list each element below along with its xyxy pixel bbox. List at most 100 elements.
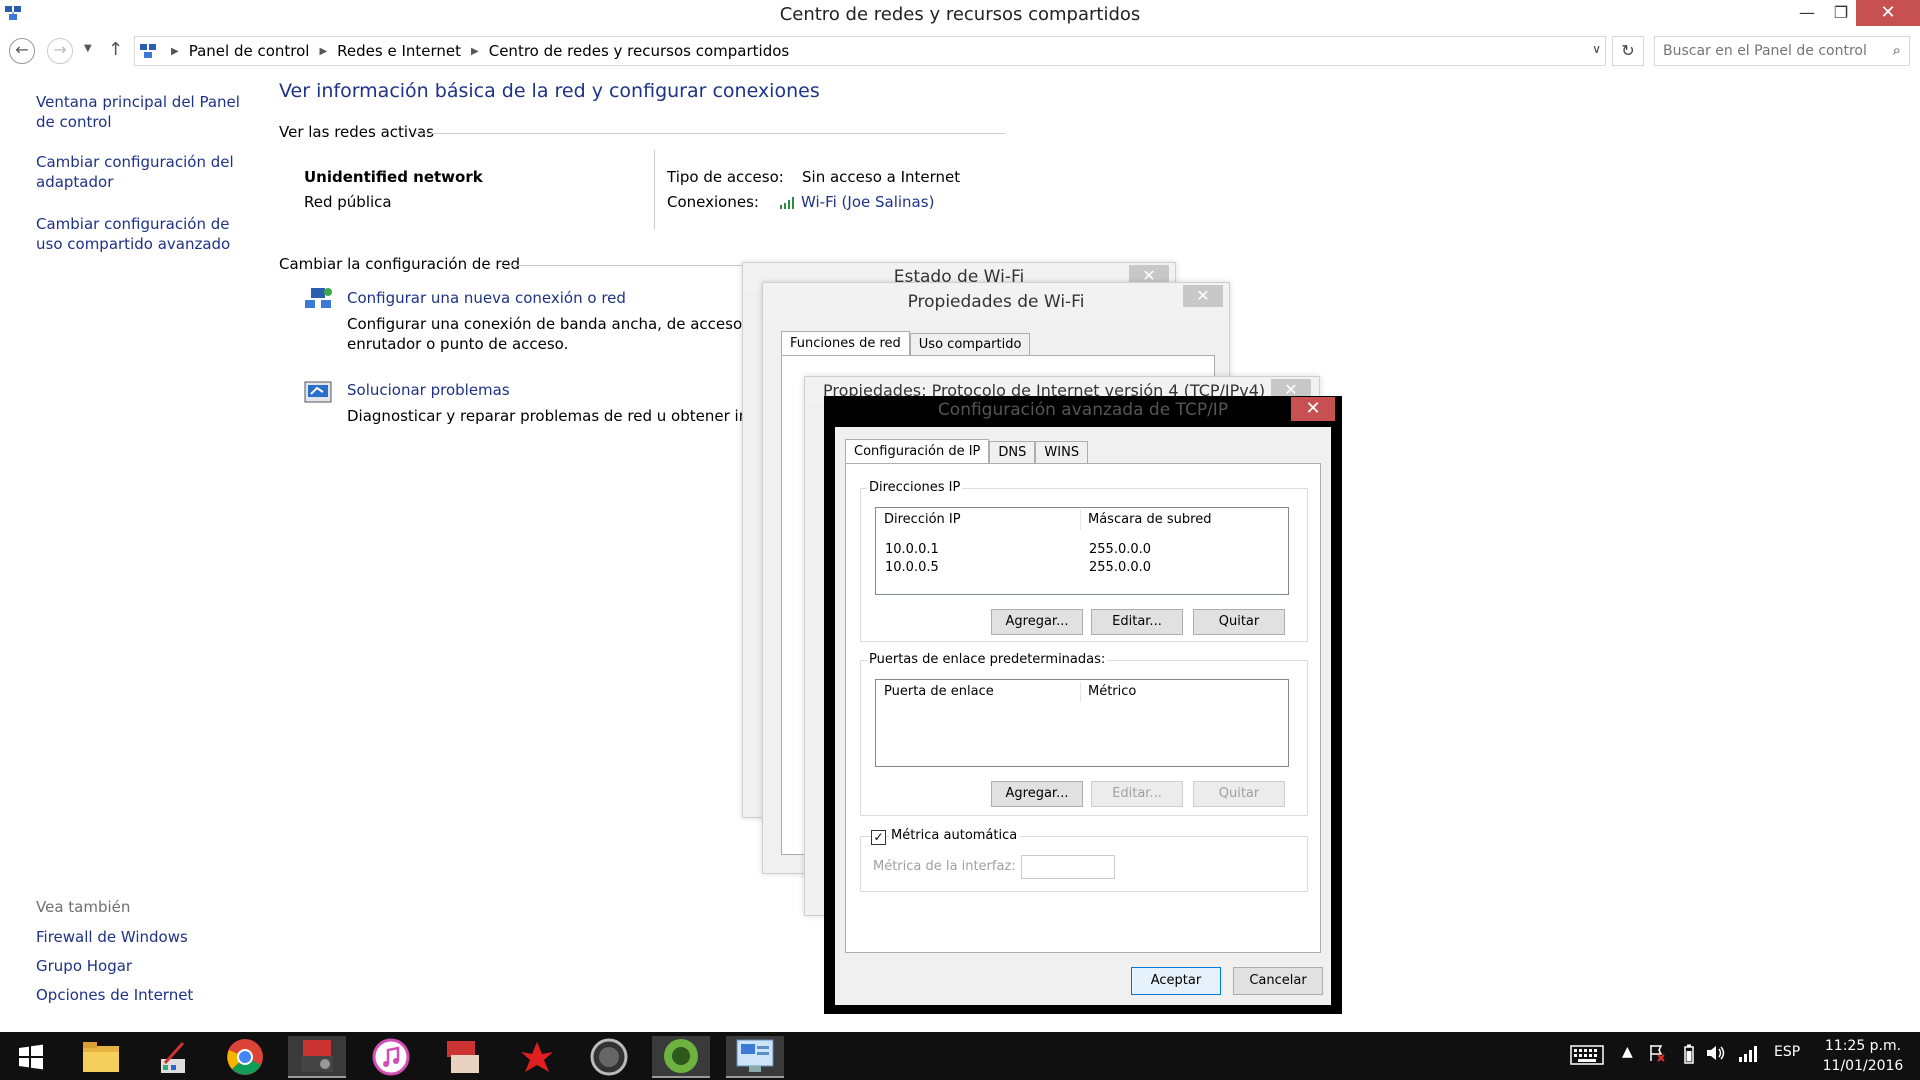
clock-time: 11:25 p.m.	[1824, 1038, 1902, 1054]
sidebar-link-adapter-settings[interactable]: Cambiar configuración del adaptador	[36, 152, 246, 192]
arrow-up-icon: ↑	[108, 39, 124, 60]
red-leaf-icon	[521, 1042, 553, 1072]
wifi-connection-link[interactable]: Wi-Fi (Joe Salinas)	[779, 193, 934, 211]
taskbar-app-3d[interactable]	[580, 1036, 638, 1078]
navigation-bar: ← → ▼ ↑ ▶ Panel de control ▶ Redes e Int…	[0, 34, 1920, 68]
chrome-icon	[227, 1039, 263, 1075]
gateway-remove-button[interactable]: Quitar	[1193, 781, 1285, 807]
see-also: Vea también Firewall de Windows Grupo Ho…	[36, 898, 236, 1015]
start-button[interactable]	[2, 1036, 60, 1078]
control-panel-icon	[140, 44, 156, 58]
gateway-column-header[interactable]: Puerta de enlace	[884, 680, 994, 704]
auto-metric-label[interactable]: Métrica automática	[889, 828, 1020, 843]
see-also-firewall[interactable]: Firewall de Windows	[36, 928, 236, 946]
up-button[interactable]: ↑	[108, 39, 123, 60]
app-ma-icon	[301, 1040, 333, 1072]
left-pane: Ventana principal del Panel de control C…	[36, 92, 246, 276]
3d-app-icon	[590, 1038, 628, 1076]
see-also-internet-options[interactable]: Opciones de Internet	[36, 986, 236, 1004]
interface-metric-input[interactable]	[1021, 855, 1115, 879]
ip-row-1-address[interactable]: 10.0.0.1	[885, 542, 939, 557]
taskbar-app-ma-1[interactable]	[288, 1036, 346, 1078]
taskbar-app-ma-2[interactable]	[434, 1036, 492, 1078]
close-button[interactable]: ✕	[1856, 0, 1920, 26]
divider	[501, 265, 751, 266]
ip-edit-button[interactable]: Editar...	[1091, 609, 1183, 635]
chevron-right-icon[interactable]: ▶	[319, 46, 327, 57]
troubleshoot-link[interactable]: Solucionar problemas	[347, 381, 510, 399]
mask-column-header[interactable]: Máscara de subred	[1088, 508, 1211, 532]
gateway-add-button[interactable]: Agregar...	[991, 781, 1083, 807]
windows-logo-icon	[19, 1044, 43, 1070]
new-connection-desc-line1: Configurar una conexión de banda ancha, …	[347, 315, 747, 333]
advanced-tabs: Configuración de IP DNS WINS	[845, 439, 1089, 463]
battery-icon[interactable]	[1684, 1044, 1694, 1068]
close-icon: ✕	[1305, 398, 1321, 419]
tab-network-functions[interactable]: Funciones de red	[781, 331, 910, 356]
cancel-button[interactable]: Cancelar	[1233, 967, 1323, 995]
folder-icon	[83, 1042, 119, 1072]
wifi-properties-close-button[interactable]: ✕	[1183, 285, 1223, 307]
recent-locations-button[interactable]: ▼	[84, 43, 92, 54]
tab-ip-settings[interactable]: Configuración de IP	[845, 439, 990, 463]
metric-column-header[interactable]: Métrico	[1088, 680, 1136, 704]
page-title: Ver información básica de la red y confi…	[279, 80, 820, 102]
chevron-right-icon: ▶	[171, 45, 179, 57]
volume-icon[interactable]	[1706, 1044, 1726, 1066]
new-connection-icon	[305, 288, 332, 308]
search-input[interactable]	[1663, 38, 1873, 64]
taskbar-app-red[interactable]	[508, 1036, 566, 1078]
new-connection-link[interactable]: Configurar una nueva conexión o red	[347, 289, 626, 307]
ip-add-button[interactable]: Agregar...	[991, 609, 1083, 635]
taskbar-file-explorer[interactable]	[72, 1036, 130, 1078]
taskbar-app-green[interactable]	[652, 1036, 710, 1078]
breadcrumb-network-internet[interactable]: Redes e Internet	[337, 42, 461, 60]
tab-wins[interactable]: WINS	[1035, 441, 1089, 463]
wifi-signal-icon	[780, 197, 794, 209]
ip-remove-button[interactable]: Quitar	[1193, 609, 1285, 635]
ok-button[interactable]: Aceptar	[1131, 967, 1221, 995]
sidebar-link-advanced-sharing[interactable]: Cambiar configuración de uso compartido …	[36, 214, 246, 254]
gateway-list[interactable]: Puerta de enlace Métrico	[875, 679, 1289, 767]
metric-group: ✓ Métrica automática Métrica de la inter…	[860, 828, 1308, 892]
tab-dns[interactable]: DNS	[989, 441, 1036, 463]
taskbar-itunes[interactable]	[362, 1036, 420, 1078]
tab-sharing[interactable]: Uso compartido	[909, 333, 1031, 356]
gateway-edit-button[interactable]: Editar...	[1091, 781, 1183, 807]
chevron-right-icon[interactable]: ▶	[471, 46, 479, 57]
taskbar-control-panel[interactable]	[726, 1036, 784, 1078]
advanced-tcpip-title: Configuración avanzada de TCP/IP	[937, 400, 1229, 420]
refresh-icon: ↻	[1621, 41, 1635, 60]
auto-metric-checkbox[interactable]: ✓	[871, 830, 886, 845]
system-clock[interactable]: 11:25 p.m. 11/01/2016	[1818, 1036, 1908, 1076]
chevron-down-icon[interactable]: ∨	[1592, 42, 1601, 56]
breadcrumb-network-center[interactable]: Centro de redes y recursos compartidos	[489, 42, 789, 60]
ip-column-header[interactable]: Dirección IP	[884, 508, 961, 532]
advanced-close-button[interactable]: ✕	[1291, 397, 1335, 421]
paint-brush-icon	[161, 1041, 185, 1073]
see-also-homegroup[interactable]: Grupo Hogar	[36, 957, 236, 975]
action-center-flag-icon[interactable]	[1648, 1044, 1666, 1066]
touch-keyboard-icon[interactable]	[1570, 1045, 1604, 1069]
breadcrumb-control-panel[interactable]: Panel de control	[189, 42, 310, 60]
forward-button[interactable]: →	[47, 38, 73, 64]
sidebar-link-control-panel-home[interactable]: Ventana principal del Panel de control	[36, 92, 246, 132]
ip-address-list[interactable]: Dirección IP Máscara de subred 10.0.0.1 …	[875, 507, 1289, 595]
network-type[interactable]: Red pública	[304, 193, 392, 211]
ip-row-2-address[interactable]: 10.0.0.5	[885, 560, 939, 575]
wifi-tray-icon[interactable]	[1738, 1044, 1758, 1066]
refresh-button[interactable]: ↻	[1612, 36, 1644, 66]
search-icon[interactable]: ⌕	[1893, 41, 1901, 59]
language-indicator[interactable]: ESP	[1774, 1044, 1800, 1060]
wifi-connection-label[interactable]: Wi-Fi (Joe Salinas)	[801, 193, 934, 211]
new-connection-description: Configurar una conexión de banda ancha, …	[347, 314, 747, 354]
taskbar-paint-app[interactable]	[144, 1036, 202, 1078]
ip-row-2-mask[interactable]: 255.0.0.0	[1089, 560, 1151, 575]
address-bar[interactable]: ▶ Panel de control ▶ Redes e Internet ▶ …	[134, 36, 1606, 66]
back-button[interactable]: ←	[9, 38, 35, 64]
taskbar-chrome[interactable]	[216, 1036, 274, 1078]
new-connection-desc-line2: enrutador o punto de acceso.	[347, 335, 569, 353]
control-panel-icon	[736, 1039, 774, 1072]
show-hidden-icons-chevron-icon[interactable]: ▲	[1622, 1044, 1633, 1060]
ip-row-1-mask[interactable]: 255.0.0.0	[1089, 542, 1151, 557]
